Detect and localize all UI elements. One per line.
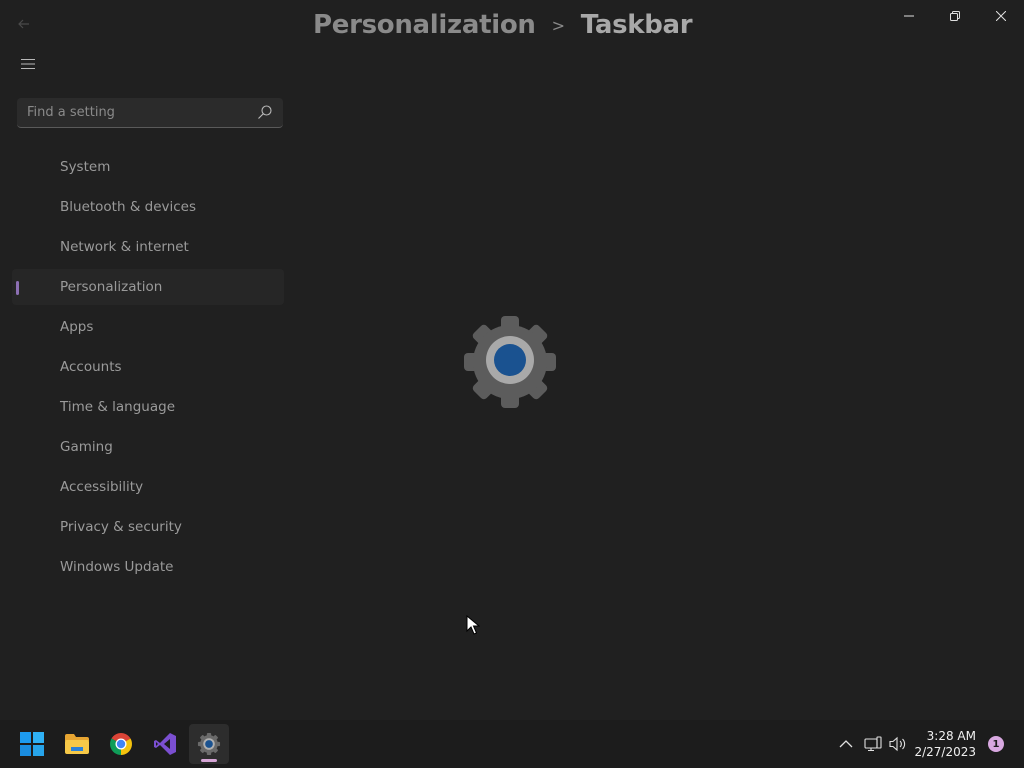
close-button[interactable] xyxy=(978,0,1024,32)
settings-icon xyxy=(197,732,221,756)
active-app-indicator xyxy=(201,759,217,762)
sidebar-item-label: Personalization xyxy=(60,279,163,295)
sidebar-item-label: Accounts xyxy=(60,359,122,375)
sidebar-item-bluetooth-devices[interactable]: Bluetooth & devices xyxy=(12,189,284,225)
network-button[interactable] xyxy=(861,732,885,756)
chevron-up-icon xyxy=(839,740,853,748)
sidebar-nav: System Bluetooth & devices Network & int… xyxy=(12,149,284,589)
minimize-button[interactable] xyxy=(886,0,932,32)
volume-button[interactable] xyxy=(886,732,910,756)
clock-time: 3:28 AM xyxy=(926,729,976,743)
sidebar-item-label: Privacy & security xyxy=(60,519,182,535)
notification-badge[interactable]: 1 xyxy=(988,736,1004,752)
taskbar: 3:28 AM 2/27/2023 xyxy=(0,720,1024,768)
sidebar-item-label: Windows Update xyxy=(60,559,174,575)
back-button[interactable] xyxy=(12,12,36,36)
arrow-left-icon xyxy=(18,19,29,29)
close-icon xyxy=(996,11,1006,21)
clock[interactable]: 3:28 AM 2/27/2023 xyxy=(914,728,976,760)
sidebar-item-windows-update[interactable]: Windows Update xyxy=(12,549,284,585)
sidebar-item-label: Apps xyxy=(60,319,94,335)
sidebar-item-label: Accessibility xyxy=(60,479,144,495)
sidebar-item-network-internet[interactable]: Network & internet xyxy=(12,229,284,265)
sidebar-item-accessibility[interactable]: Accessibility xyxy=(12,469,284,505)
mouse-pointer-icon xyxy=(466,615,480,635)
network-icon xyxy=(864,736,882,752)
sidebar-item-apps[interactable]: Apps xyxy=(12,309,284,345)
search-icon[interactable] xyxy=(257,104,273,120)
search-input[interactable] xyxy=(17,98,257,126)
sidebar-item-gaming[interactable]: Gaming xyxy=(12,429,284,465)
sidebar-item-label: System xyxy=(60,159,111,175)
page-title: Taskbar xyxy=(580,10,693,40)
sidebar-item-privacy-security[interactable]: Privacy & security xyxy=(12,509,284,545)
navigation-menu-button[interactable] xyxy=(16,52,40,76)
breadcrumb-parent[interactable]: Personalization xyxy=(313,10,536,40)
settings-window: Personalization > Taskbar Find a setting… xyxy=(0,0,1024,720)
file-explorer-button[interactable] xyxy=(57,724,97,764)
restore-icon xyxy=(950,11,960,21)
volume-icon xyxy=(889,736,906,752)
breadcrumb-separator: > xyxy=(551,15,565,35)
chrome-button[interactable] xyxy=(101,724,141,764)
file-explorer-icon xyxy=(65,734,89,754)
settings-gear-icon xyxy=(464,316,556,408)
chrome-icon xyxy=(110,733,132,755)
clock-date: 2/27/2023 xyxy=(914,745,976,759)
show-hidden-icons-button[interactable] xyxy=(834,732,858,756)
start-icon xyxy=(20,732,44,756)
restore-button[interactable] xyxy=(932,0,978,32)
sidebar-item-label: Network & internet xyxy=(60,239,189,255)
sidebar-item-accounts[interactable]: Accounts xyxy=(12,349,284,385)
sidebar-item-label: Time & language xyxy=(60,399,176,415)
sidebar-item-personalization[interactable]: Personalization xyxy=(12,269,284,305)
sidebar-item-label: Bluetooth & devices xyxy=(60,199,197,215)
sidebar-item-time-language[interactable]: Time & language xyxy=(12,389,284,425)
selection-indicator xyxy=(16,281,19,295)
visual-studio-button[interactable] xyxy=(145,724,185,764)
visual-studio-icon xyxy=(154,733,176,755)
settings-button[interactable] xyxy=(189,724,229,764)
minimize-icon xyxy=(904,15,914,17)
window-controls xyxy=(886,0,1024,32)
hamburger-icon xyxy=(21,59,35,69)
start-button[interactable] xyxy=(12,724,52,764)
search-box xyxy=(17,98,283,128)
sidebar-item-label: Gaming xyxy=(60,439,113,455)
sidebar-item-system[interactable]: System xyxy=(12,149,284,185)
breadcrumb: Personalization > Taskbar xyxy=(313,10,693,40)
